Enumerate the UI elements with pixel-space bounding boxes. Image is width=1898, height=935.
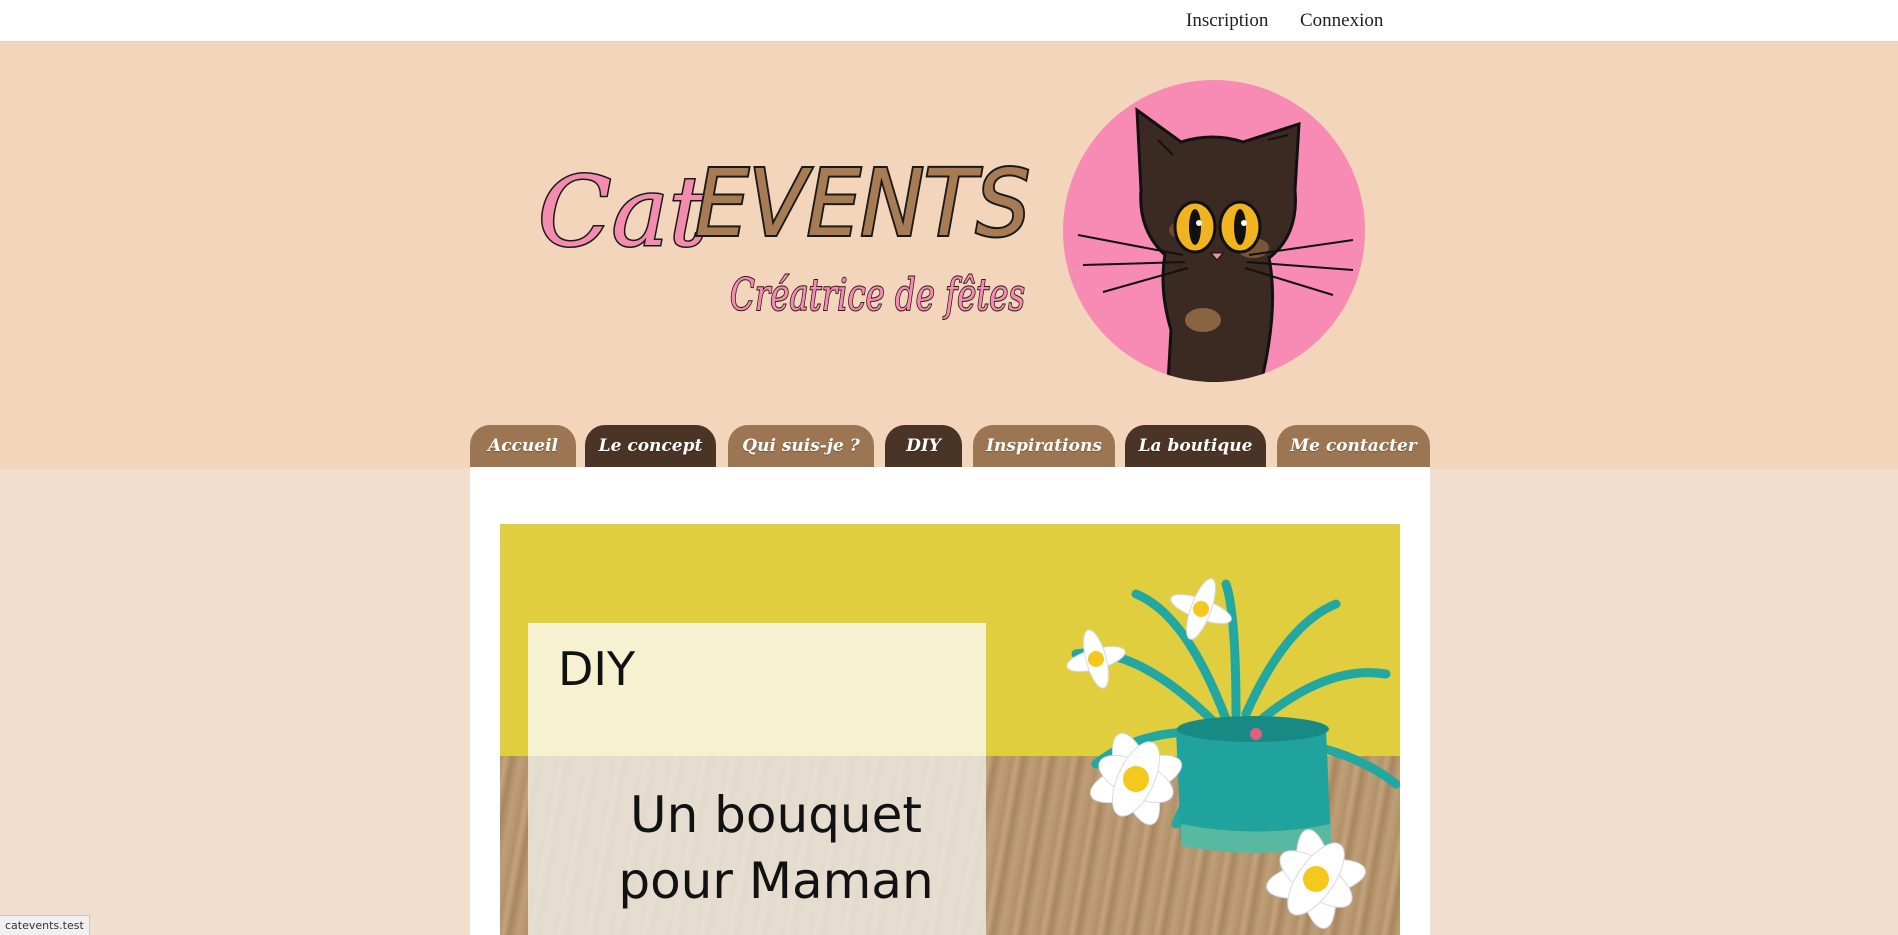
login-link[interactable]: Connexion [1300, 10, 1383, 32]
cat-illustration [1077, 106, 1354, 382]
site-logo[interactable]: Cat EVENTS Créatrice de fêtes [530, 130, 1050, 350]
logo-cat-text: Cat [538, 156, 708, 268]
cat-avatar [1063, 80, 1365, 382]
featured-article-banner[interactable]: DIY Un bouquet pour Maman [500, 524, 1400, 935]
nav-inspirations[interactable]: Inspirations [973, 425, 1115, 467]
logo-wordmark: Cat EVENTS Créatrice de fêtes [537, 148, 1033, 322]
paper-flower-bouquet-image [1066, 578, 1400, 929]
nav-accueil[interactable]: Accueil [470, 425, 576, 467]
banner-category: DIY [558, 642, 636, 696]
browser-status-bar: catevents.test [0, 915, 90, 935]
nav-me-contacter[interactable]: Me contacter [1277, 425, 1430, 467]
nav-le-concept[interactable]: Le concept [585, 425, 716, 467]
logo-tagline-text: Créatrice de fêtes [730, 270, 1025, 321]
nav-qui-suis-je[interactable]: Qui suis-je ? [728, 425, 874, 467]
main-navigation: Accueil Le concept Qui suis-je ? DIY Ins… [470, 425, 1430, 467]
nav-diy[interactable]: DIY [885, 425, 962, 467]
top-bar: Inscription Connexion [0, 0, 1898, 42]
nav-la-boutique[interactable]: La boutique [1125, 425, 1266, 467]
banner-title-line1: Un bouquet [630, 786, 922, 844]
logo-events-text: EVENTS [695, 150, 1030, 257]
signup-link[interactable]: Inscription [1186, 10, 1268, 32]
main-content: DIY Un bouquet pour Maman [470, 467, 1430, 935]
banner-title-line2: pour Maman [618, 852, 934, 910]
